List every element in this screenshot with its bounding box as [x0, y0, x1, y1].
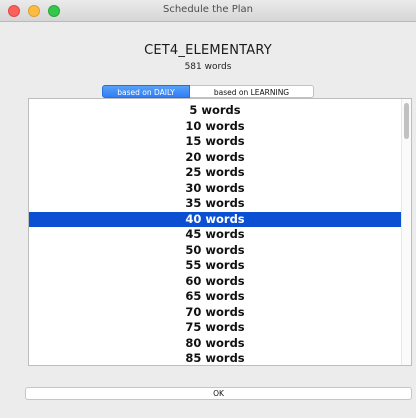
ok-button[interactable]: OK	[25, 387, 412, 400]
list-item[interactable]: 50 words	[29, 243, 401, 259]
list-item[interactable]: 15 words	[29, 134, 401, 150]
schedule-plan-window: Schedule the Plan CET4_ELEMENTARY 581 wo…	[0, 0, 416, 418]
list-item[interactable]: 5 words	[29, 103, 401, 119]
list-content: 5 words 10 words 15 words 20 words 25 words 3…	[29, 103, 401, 365]
list-item[interactable]: 60 words	[29, 274, 401, 290]
tab-learning-duration[interactable]: based on LEARNING DURATION	[190, 85, 314, 110]
list-item[interactable]: 65 words	[29, 289, 401, 305]
list-item-selected[interactable]: 40 words	[29, 211, 401, 227]
list-item[interactable]: 75 words	[29, 320, 401, 336]
daily-task-list[interactable]: 5 words 10 words 15 words 20 words 25 words 3…	[28, 98, 412, 366]
list-item[interactable]: 80 words	[29, 336, 401, 352]
tab-daily-task[interactable]: based on DAILY TASK	[102, 85, 190, 110]
plan-title: CET4_ELEMENTARY	[144, 43, 272, 58]
word-count: 581 words	[184, 62, 232, 72]
list-item[interactable]: 85 words	[29, 351, 401, 365]
window-title: Schedule the Plan	[163, 4, 253, 15]
list-item[interactable]: 30 words	[29, 181, 401, 197]
list-item[interactable]: 25 words	[29, 165, 401, 181]
list-item[interactable]: 35 words	[29, 196, 401, 212]
list-item[interactable]: 45 words	[29, 227, 401, 243]
schedule-mode-tabs: based on DAILY TASKbased on LEARNING DUR…	[0, 85, 416, 110]
scrollbar-thumb[interactable]	[404, 103, 409, 139]
list-item[interactable]: 55 words	[29, 258, 401, 274]
list-item[interactable]: 70 words	[29, 305, 401, 321]
list-scrollbar[interactable]	[401, 99, 411, 365]
list-item[interactable]: 10 words	[29, 119, 401, 135]
list-item[interactable]: 20 words	[29, 150, 401, 166]
title-bar: Schedule the Plan	[0, 0, 416, 22]
